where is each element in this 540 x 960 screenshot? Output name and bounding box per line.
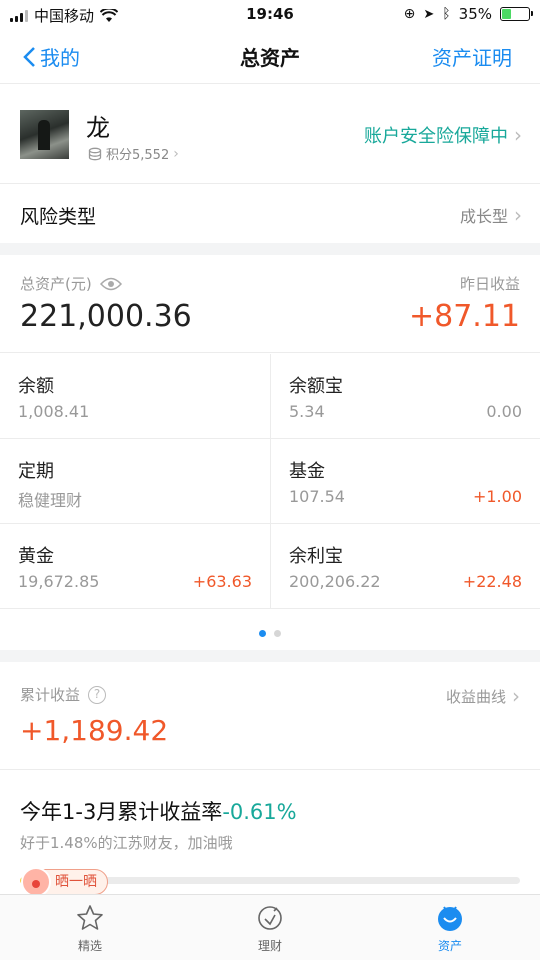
asset-value: 1,008.41 [18,402,90,421]
asset-title: 余额宝 [289,376,343,397]
points-label: 积分5,552 [106,148,170,163]
yesterday-earnings-label: 昨日收益 [459,275,520,293]
earnings-curve-link[interactable]: 收益曲线 › [446,684,520,708]
asset-change: +22.48 [462,572,522,591]
wealth-icon [258,906,282,930]
asset-title: 基金 [289,461,325,482]
profile-row[interactable]: 龙 积分5,552 › 账户安全险保障中 › [0,84,540,184]
asset-proof-button[interactable]: 资产证明 [432,42,512,71]
page-dot[interactable] [274,630,281,637]
location-icon: ➤ [423,6,435,22]
return-rate-title-wrap: 今年1-3月累计收益率-0.61% [20,796,297,826]
tab-bar: 精选 理财 资产 [0,894,540,960]
asset-value: 5.34 [289,402,325,421]
return-rate-section: 今年1-3月累计收益率-0.61% 好于1.48%的江苏财友，加油哦 晒一晒 [0,770,540,897]
chevron-right-icon: › [514,123,522,147]
cumulative-label: 累计收益 [20,686,81,704]
tab-featured[interactable]: 精选 [0,903,180,954]
asset-cell-fixed-term[interactable]: 定期 稳健理财 [0,439,270,524]
return-rate-percent: -0.61% [222,800,297,824]
asset-change: 0.00 [486,402,522,421]
eye-icon[interactable] [99,277,122,291]
earnings-curve-label: 收益曲线 [445,687,506,706]
page-dot-active[interactable] [259,630,266,637]
section-divider [0,650,540,662]
chevron-right-icon: › [514,203,522,227]
insurance-status: 账户安全险保障中 [364,126,508,147]
points-link[interactable]: 积分5,552 › [88,144,179,163]
risk-type-row[interactable]: 风险类型 成长型 › [0,184,540,243]
total-assets-label-wrap: 总资产(元) [20,273,122,294]
share-button[interactable]: 晒一晒 [21,867,108,897]
status-bar: 中国移动 19:46 ⊕ ➤ ᛒ 35% [0,0,540,30]
assets-icon [438,906,462,931]
avatar[interactable] [20,110,69,159]
asset-value: 稳健理财 [18,491,83,510]
asset-cell-yuebao[interactable]: 余额宝 5.34 0.00 [270,354,540,439]
return-rate-subtitle: 好于1.48%的江苏财友，加油哦 [20,834,233,852]
tab-assets[interactable]: 资产 [360,903,540,954]
risk-type-value: 成长型 [459,207,508,226]
asset-grid: 余额 1,008.41 余额宝 5.34 0.00 定期 稳健理财 基金 107… [0,354,540,610]
orientation-lock-icon: ⊕ [403,6,416,22]
chevron-right-icon: › [173,145,179,162]
asset-title: 定期 [18,461,54,482]
help-icon[interactable]: ? [88,685,107,704]
total-assets-section: 总资产(元) 221,000.36 昨日收益 +87.11 [0,255,540,353]
risk-type-label: 风险类型 [20,206,97,228]
tab-wealth[interactable]: 理财 [180,903,360,954]
share-label: 晒一晒 [55,874,97,890]
insurance-link[interactable]: 账户安全险保障中 › [364,122,522,148]
asset-value: 19,672.85 [18,572,100,591]
asset-title: 余额 [18,376,54,397]
asset-cell-fund[interactable]: 基金 107.54 +1.00 [270,439,540,524]
asset-change: +1.00 [472,487,522,506]
bluetooth-icon: ᛒ [442,6,451,22]
asset-title: 余利宝 [289,546,343,567]
tab-label: 资产 [437,939,462,953]
section-divider [0,243,540,255]
tab-label: 理财 [257,939,282,953]
asset-cell-gold[interactable]: 黄金 19,672.85 +63.63 [0,524,270,609]
status-right: ⊕ ➤ ᛒ 35% [403,5,533,23]
face-icon [21,867,51,897]
return-rate-title: 今年1-3月累计收益率 [20,800,223,824]
asset-cell-yulibao[interactable]: 余利宝 200,206.22 +22.48 [270,524,540,609]
battery-icon [500,7,533,21]
coin-stack-icon [88,147,102,160]
user-name: 龙 [86,114,110,142]
asset-title: 黄金 [18,546,54,567]
star-icon [77,905,103,930]
risk-type-value-wrap: 成长型 › [460,203,522,227]
page-indicator [0,630,540,637]
cumulative-earnings-section: 累计收益 ? +1,189.42 收益曲线 › [0,662,540,770]
total-assets-label: 总资产(元) [20,275,92,293]
nav-bar: 我的 总资产 资产证明 [0,30,540,84]
cumulative-value: +1,189.42 [20,714,169,747]
tab-label: 精选 [77,939,102,953]
chevron-right-icon: › [512,684,520,708]
asset-value: 200,206.22 [289,572,381,591]
asset-cell-balance[interactable]: 余额 1,008.41 [0,354,270,439]
asset-value: 107.54 [289,487,345,506]
asset-change: +63.63 [192,572,252,591]
yesterday-earnings-value: +87.11 [408,299,520,334]
battery-percent: 35% [458,5,492,23]
total-assets-value: 221,000.36 [20,299,192,334]
cumulative-label-wrap: 累计收益 ? [20,684,107,705]
